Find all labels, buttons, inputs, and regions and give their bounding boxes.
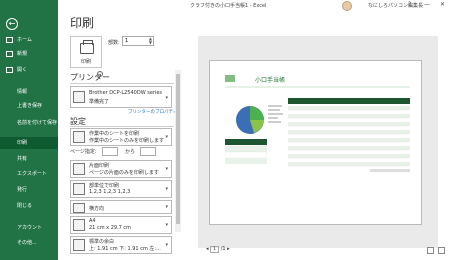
- nav-print[interactable]: 印刷: [0, 137, 58, 149]
- nav-home[interactable]: ホーム: [0, 34, 58, 46]
- printer-section-title: プリンター: [70, 73, 110, 82]
- close-button[interactable]: ✕: [440, 1, 445, 8]
- new-file-icon: [6, 51, 13, 57]
- logo-icon: [225, 75, 235, 82]
- minimize-button[interactable]: —: [424, 1, 430, 8]
- nav-account[interactable]: アカウント: [0, 222, 58, 234]
- avatar[interactable]: [342, 1, 352, 11]
- page-title: 印刷: [70, 16, 95, 30]
- page-navigation: ◂ 1 /1 ▸: [206, 246, 230, 253]
- nav-open[interactable]: 開く: [0, 64, 58, 76]
- pages-to-label: から: [125, 149, 136, 155]
- margins-select[interactable]: 標準の余白 上: 1.91 cm 下: 1.91 cm 左:... ▾: [70, 236, 172, 254]
- copies-input[interactable]: 1 ▲ ▼: [122, 36, 154, 46]
- home-icon: [6, 37, 13, 43]
- nav-publish[interactable]: 発行: [0, 184, 58, 196]
- divider: [70, 83, 174, 84]
- back-arrow-icon[interactable]: ←: [6, 18, 18, 30]
- chevron-down-icon: ▾: [165, 134, 168, 140]
- sides-select[interactable]: 片面印刷 ページの片面のみを印刷します ▾: [70, 160, 172, 178]
- print-what-select[interactable]: 作業中のシートを印刷 作業中のシートのみを印刷します ▾: [70, 128, 172, 146]
- next-page-icon[interactable]: ▸: [227, 246, 230, 252]
- zoom-to-page-icon[interactable]: [438, 247, 445, 254]
- print-button-label: 印刷: [80, 59, 91, 65]
- chevron-down-icon: ▾: [165, 166, 168, 172]
- chevron-down-icon: ▾: [165, 186, 168, 192]
- nav-more[interactable]: その他...: [0, 237, 58, 249]
- chevron-down-icon: ▾: [165, 242, 168, 248]
- nav-info[interactable]: 情報: [0, 86, 58, 98]
- landscape-icon: [73, 203, 85, 213]
- pages-from-input[interactable]: [102, 147, 118, 156]
- show-margins-icon[interactable]: [427, 247, 434, 254]
- printer-icon: [80, 40, 94, 54]
- user-name[interactable]: なにしろパソコン編集長: [368, 2, 423, 9]
- window-title: クラフ付きの小口手当帳1 - Excel: [190, 3, 267, 9]
- page-total: /1: [220, 246, 226, 252]
- nav-save[interactable]: 上書き保存: [0, 100, 58, 112]
- page-number-input[interactable]: 1: [210, 246, 220, 253]
- divider: [70, 126, 174, 127]
- collation-select[interactable]: 部単位で印刷 1,2,3 1,2,3 1,2,3 ▾: [70, 180, 172, 198]
- nav-close[interactable]: 閉じる: [0, 200, 58, 212]
- margins-icon: [73, 239, 85, 251]
- scroll-thumb[interactable]: [176, 74, 180, 224]
- nav-export[interactable]: エクスポート: [0, 168, 58, 180]
- chevron-down-icon: ▾: [165, 204, 168, 210]
- prev-page-icon[interactable]: ◂: [206, 246, 209, 252]
- sheet-icon: [73, 131, 85, 143]
- folder-icon: [6, 67, 13, 73]
- settings-scrollbar[interactable]: [175, 70, 181, 232]
- sheet-content: 小口手当帳: [224, 75, 410, 172]
- nav-save-as[interactable]: 名前を付けて保存: [0, 117, 58, 129]
- chevron-down-icon: ▾: [165, 222, 168, 228]
- title-bar: クラフ付きの小口手当帳1 - Excel なにしろパソコン編集長 ? — ✕: [0, 0, 450, 14]
- orientation-select[interactable]: 横方向 ▾: [70, 200, 172, 214]
- nav-share[interactable]: 共有: [0, 153, 58, 165]
- print-button[interactable]: 印刷: [70, 36, 102, 68]
- help-button[interactable]: ?: [408, 1, 411, 8]
- paper-icon: [73, 219, 85, 231]
- sheet-title: 小口手当帳: [255, 76, 285, 84]
- pages-label: ページ指定:: [70, 149, 97, 155]
- copies-label: 部数:: [108, 40, 120, 46]
- one-sided-icon: [73, 163, 85, 175]
- pages-to-input[interactable]: [140, 147, 156, 156]
- printer-properties-link[interactable]: プリンターのプロパティ: [128, 109, 177, 115]
- preview-page: 小口手当帳: [209, 60, 422, 225]
- printer-select[interactable]: Brother DCP-L2540DW series 準備完了 ▾: [70, 86, 172, 108]
- paper-size-select[interactable]: A4 21 cm x 29.7 cm ▾: [70, 216, 172, 234]
- info-icon[interactable]: i: [97, 71, 103, 77]
- nav-new[interactable]: 新規: [0, 48, 58, 60]
- spinner-icon[interactable]: ▲ ▼: [149, 37, 152, 45]
- collate-icon: [73, 183, 85, 195]
- chevron-down-icon: ▾: [165, 95, 168, 101]
- printer-icon: [73, 91, 85, 103]
